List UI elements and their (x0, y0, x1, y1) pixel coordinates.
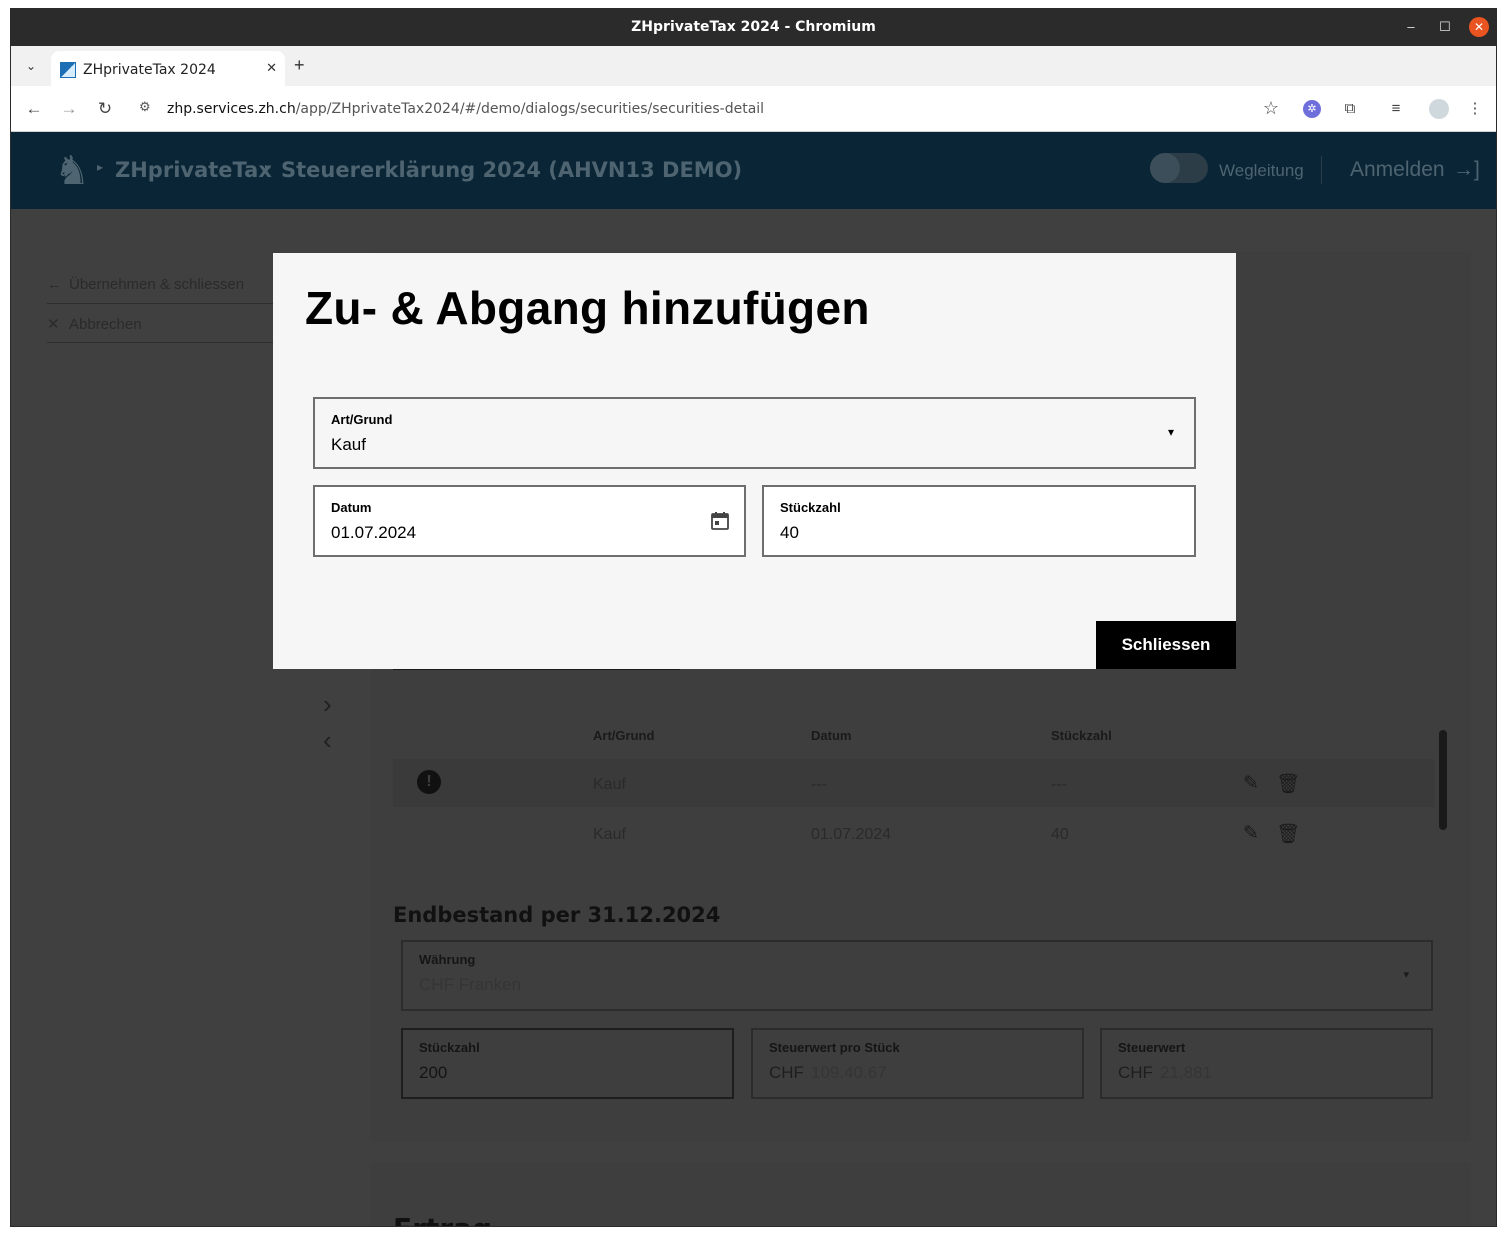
page-content: ♞ ▸ ZHprivateTax ▸ Steuererklärung 2024 … (11, 132, 1496, 1226)
extension-icon[interactable]: ✲ (1303, 100, 1321, 118)
bookmark-star-icon[interactable]: ☆ (1263, 98, 1279, 119)
arrow-left-icon: ← (47, 276, 62, 293)
delete-trash-icon[interactable]: 🗑 (1276, 772, 1300, 796)
profile-avatar-icon[interactable] (1429, 99, 1449, 119)
new-tab-icon[interactable]: + (294, 55, 305, 76)
reload-icon[interactable]: ↻ (94, 98, 116, 120)
date-field[interactable]: Datum 01.07.2024 (313, 485, 746, 557)
chevron-right-icon[interactable]: › (323, 689, 332, 720)
guidance-label: Wegleitung (1219, 161, 1304, 180)
quantity-input[interactable]: 40 (780, 523, 799, 543)
sidebar-divider (47, 342, 277, 343)
browser-toolbar: ← → ↻ ⚙ zhp.services.zh.ch/app/ZHprivate… (11, 86, 1496, 132)
section-gap (371, 1142, 1471, 1162)
address-bar[interactable]: ⚙ zhp.services.zh.ch/app/ZHprivateTax202… (129, 93, 1309, 125)
cancel-link[interactable]: ✕ Abbrechen (47, 315, 142, 333)
cancel-label: Abbrechen (69, 316, 142, 333)
income-section-title: Ertrag (393, 1212, 492, 1226)
currency-select[interactable]: Währung CHF Franken ▾ (401, 940, 1433, 1011)
type-label: Art/Grund (331, 412, 393, 427)
currency-value: CHF Franken (419, 975, 522, 994)
dialog-title: Zu- & Abgang hinzufügen (305, 282, 870, 334)
breadcrumb-page[interactable]: Steuererklärung 2024 (AHVN13 DEMO) (281, 158, 742, 182)
type-value: Kauf (331, 435, 366, 454)
app-header: ♞ ▸ ZHprivateTax ▸ Steuererklärung 2024 … (11, 132, 1496, 209)
date-input[interactable]: 01.07.2024 (331, 523, 416, 543)
date-label: Datum (331, 500, 372, 515)
edit-pencil-icon[interactable]: ✎ (1243, 772, 1259, 795)
row-type: Kauf (593, 826, 626, 843)
site-info-icon[interactable]: ⚙ (139, 99, 151, 115)
end-quantity-value: 200 (419, 1063, 448, 1082)
url-text[interactable]: zhp.services.zh.ch/app/ZHprivateTax2024/… (167, 101, 764, 117)
end-balance-title: Endbestand per 31.12.2024 (393, 903, 721, 927)
row-quantity: --- (1051, 776, 1067, 793)
tax-value-per-unit-field: Steuerwert pro Stück CHF 109.40.67 (751, 1028, 1084, 1099)
column-header-quantity: Stückzahl (1051, 728, 1112, 743)
tax-value-currency: CHF (1118, 1063, 1153, 1082)
browser-tab[interactable]: ZHprivateTax 2024 ✕ (51, 51, 285, 86)
favicon-icon (60, 62, 76, 78)
close-window-icon[interactable]: ✕ (1469, 17, 1489, 37)
type-select[interactable]: Art/Grund Kauf ▾ (313, 397, 1196, 469)
browser-menu-icon[interactable]: ⋮ (1464, 98, 1486, 120)
zurich-lion-logo-icon[interactable]: ♞ (49, 142, 95, 200)
row-date: 01.07.2024 (811, 826, 892, 843)
close-dialog-button[interactable]: Schliessen (1096, 621, 1236, 669)
browser-window: ZHprivateTax 2024 - Chromium – ☐ ✕ ⌄ ZHp… (10, 8, 1497, 1227)
url-host: zhp.services.zh.ch (167, 101, 296, 117)
currency-label: Währung (419, 952, 476, 967)
tax-value-label: Steuerwert (1118, 1040, 1186, 1055)
warning-icon: ! (417, 770, 441, 794)
delete-trash-icon[interactable]: 🗑 (1276, 822, 1300, 846)
add-transaction-dialog: Zu- & Abgang hinzufügen Art/Grund Kauf ▾… (273, 253, 1236, 669)
login-link[interactable]: Anmelden (1350, 158, 1445, 182)
guidance-toggle[interactable] (1150, 153, 1208, 183)
row-type: Kauf (593, 776, 626, 793)
brand-name[interactable]: ZHprivateTax (115, 158, 272, 182)
extensions-puzzle-icon[interactable]: ⧉ (1339, 98, 1361, 120)
tab-close-icon[interactable]: ✕ (266, 60, 277, 76)
tab-strip: ⌄ ZHprivateTax 2024 ✕ + (11, 46, 1496, 86)
column-header-date: Datum (811, 728, 852, 743)
tax-value-per-unit-label: Steuerwert pro Stück (769, 1040, 900, 1055)
window-titlebar: ZHprivateTax 2024 - Chromium – ☐ ✕ (11, 9, 1496, 46)
back-icon[interactable]: ← (23, 98, 45, 120)
tab-list-icon[interactable]: ⌄ (21, 56, 41, 76)
forward-icon[interactable]: → (58, 98, 80, 120)
chevron-down-icon: ▾ (1167, 425, 1174, 439)
window-title: ZHprivateTax 2024 - Chromium (631, 19, 876, 35)
chevron-down-icon: ▾ (1403, 969, 1409, 981)
url-path: /app/ZHprivateTax2024/#/demo/dialogs/sec… (295, 101, 765, 117)
quantity-label: Stückzahl (780, 500, 841, 515)
end-quantity-field[interactable]: Stückzahl 200 (401, 1028, 734, 1099)
end-quantity-label: Stückzahl (419, 1040, 480, 1055)
quantity-field[interactable]: Stückzahl 40 (762, 485, 1196, 557)
tax-value-value: 21,881 (1160, 1063, 1212, 1082)
apply-and-close-label: Übernehmen & schliessen (69, 276, 245, 293)
crumb-chevron-icon: ▸ (97, 160, 104, 174)
login-icon[interactable]: →] (1453, 158, 1480, 182)
edit-pencil-icon[interactable]: ✎ (1243, 822, 1259, 845)
chevron-left-icon[interactable]: ‹ (323, 725, 332, 756)
minimize-icon[interactable]: – (1401, 17, 1421, 37)
row-date: --- (811, 776, 827, 793)
tab-title: ZHprivateTax 2024 (83, 62, 216, 78)
column-header-type: Art/Grund (593, 728, 655, 743)
maximize-icon[interactable]: ☐ (1435, 17, 1455, 37)
tax-value-per-unit-value: 109.40.67 (811, 1063, 887, 1082)
row-quantity: 40 (1051, 826, 1069, 843)
toggle-knob (1150, 153, 1180, 183)
table-scrollbar[interactable] (1438, 722, 1448, 852)
crumb-chevron-icon: ▸ (265, 160, 272, 174)
close-icon: ✕ (47, 316, 60, 333)
scrollbar-thumb[interactable] (1439, 730, 1447, 830)
media-controls-icon[interactable]: ≡ (1385, 98, 1407, 120)
header-divider (1321, 156, 1322, 184)
sidebar-divider (47, 303, 277, 304)
calendar-icon[interactable] (710, 511, 730, 531)
apply-and-close-link[interactable]: ← Übernehmen & schliessen (47, 276, 244, 293)
tax-value-field: Steuerwert CHF 21,881 (1100, 1028, 1433, 1099)
tax-value-per-unit-currency: CHF (769, 1063, 804, 1082)
